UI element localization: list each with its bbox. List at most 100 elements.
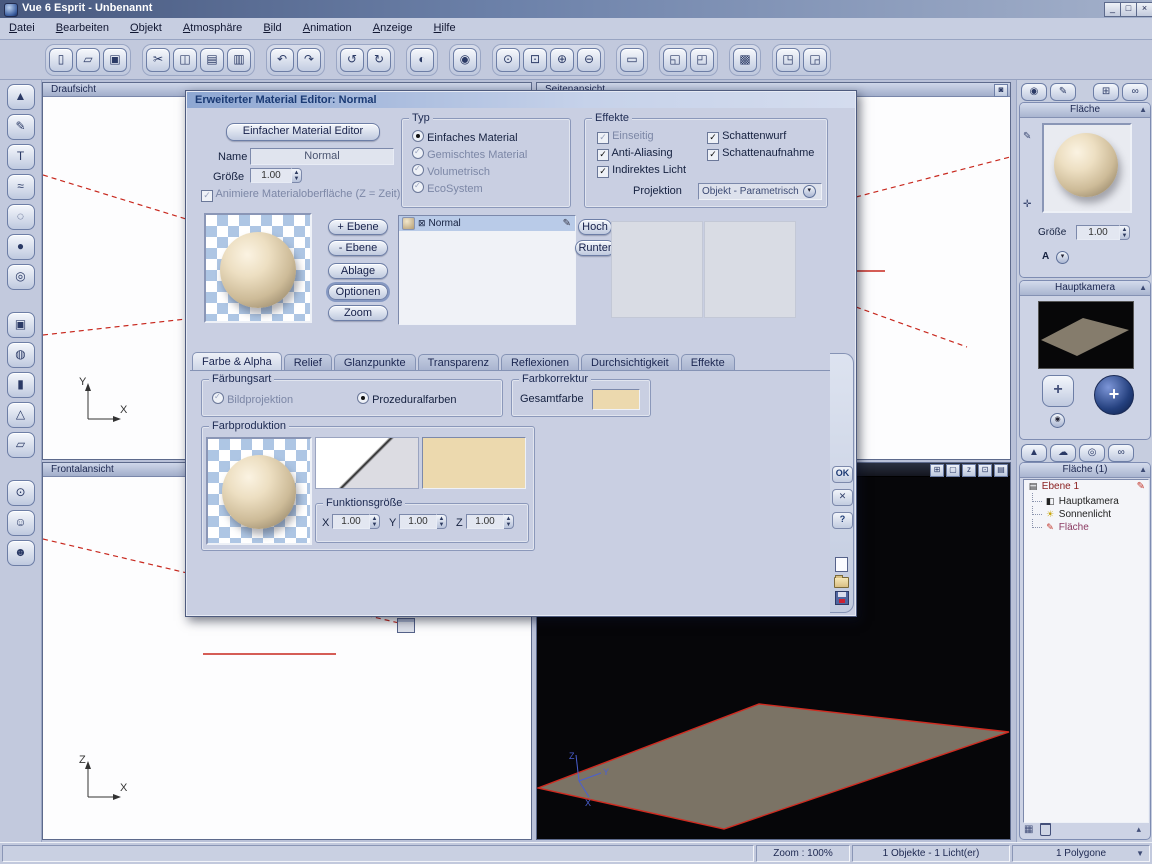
zoom-view-icon[interactable]: z: [962, 464, 976, 477]
render-options-icon[interactable]: ▩: [733, 47, 757, 72]
layer-row-normal[interactable]: ⊠ Normal ✎: [399, 216, 575, 231]
text-tool-icon[interactable]: T: [6, 144, 35, 170]
overall-color-swatch[interactable]: [592, 389, 640, 410]
camera-options-icon[interactable]: ◲: [803, 47, 827, 72]
grid-icon[interactable]: ▦: [1024, 824, 1033, 835]
rotate-left-icon[interactable]: ↺: [340, 47, 364, 72]
grid-view-icon[interactable]: ⊡: [978, 464, 992, 477]
collapse-arrow-icon[interactable]: ▲: [1139, 463, 1147, 477]
pose-tool-icon[interactable]: ☻: [6, 540, 35, 566]
maximize-button[interactable]: □: [1120, 2, 1137, 17]
menu-bearbeiten[interactable]: Bearbeiten: [47, 18, 118, 39]
paint-icon[interactable]: ✎: [1050, 83, 1077, 101]
projection-spinner-icon[interactable]: ▾: [802, 185, 816, 198]
move-up-button[interactable]: Hoch: [578, 219, 612, 235]
scene-panel-header[interactable]: Fläche (1) ▲: [1020, 463, 1150, 478]
production-color-box[interactable]: [422, 437, 526, 489]
trash-icon[interactable]: [1040, 823, 1052, 836]
new-scene-icon[interactable]: ▯: [49, 47, 73, 72]
animate-checkbox[interactable]: Animiere Materialoberfläche (Z = Zeit): [201, 188, 400, 202]
layer-zoom-button[interactable]: Zoom: [328, 305, 388, 321]
edit-pen-icon[interactable]: ✎: [1137, 480, 1145, 493]
tree-item-flaeche[interactable]: ✎ Fläche: [1024, 519, 1148, 533]
camera-preview[interactable]: [1038, 301, 1134, 369]
minimize-button[interactable]: _: [1104, 2, 1121, 17]
cylinder-tool-icon[interactable]: ▮: [6, 372, 35, 398]
terrain-tool-icon[interactable]: ▲: [6, 84, 35, 110]
menu-animation[interactable]: Animation: [294, 18, 361, 39]
cube-tool-icon[interactable]: ▣: [6, 312, 35, 338]
menu-objekt[interactable]: Objekt: [121, 18, 171, 39]
tab-transparenz[interactable]: Transparenz: [417, 354, 499, 371]
checkbox-schattenaufnahme[interactable]: Schattenaufnahme: [707, 147, 814, 161]
type-option-volumetrisch[interactable]: Volumetrisch: [412, 164, 490, 178]
menu-datei[interactable]: Datei: [0, 18, 44, 39]
links-tab-icon[interactable]: ∞: [1108, 444, 1135, 462]
radio-selected-icon[interactable]: [412, 130, 424, 142]
tab-glanzpunkte[interactable]: Glanzpunkte: [333, 354, 416, 371]
camera-panel-header[interactable]: Hauptkamera ▲: [1020, 281, 1150, 296]
zoom-region-icon[interactable]: ⊡: [523, 47, 547, 72]
rename-pen-icon[interactable]: ✎: [563, 218, 571, 229]
layer-visibility-icon[interactable]: ⊠: [418, 218, 426, 229]
load-material-icon[interactable]: [835, 557, 848, 572]
tree-item-hauptkamera[interactable]: ◧ Hauptkamera: [1024, 493, 1148, 507]
save-scene-icon[interactable]: ▣: [103, 47, 127, 72]
rotate-right-icon[interactable]: ↻: [367, 47, 391, 72]
cut-icon[interactable]: ✂: [146, 47, 170, 72]
type-option-ecosystem[interactable]: EcoSystem: [412, 181, 483, 195]
statusbar-polygons[interactable]: 1 Polygone ▼: [1012, 845, 1150, 862]
camera-pan-pad[interactable]: +: [1042, 375, 1074, 407]
tree-item-sonnenlicht[interactable]: ☀ Sonnenlicht: [1024, 506, 1148, 520]
checkbox-einseitig[interactable]: Einseitig: [597, 130, 654, 144]
production-preview[interactable]: [206, 437, 312, 545]
visibility-icon[interactable]: ◉: [453, 47, 477, 72]
checkbox-disabled-icon[interactable]: [201, 190, 213, 202]
radio-selected-icon[interactable]: [357, 392, 369, 404]
link-icon[interactable]: ∞: [1122, 83, 1149, 101]
size-spinner[interactable]: 1.00 ▲ ▼: [250, 168, 302, 183]
z-spinner[interactable]: 1.00 ▲ ▼: [466, 514, 514, 529]
layer-list[interactable]: ⊠ Normal ✎: [398, 215, 576, 325]
checkbox-anti-aliasing[interactable]: Anti-Aliasing: [597, 147, 673, 161]
redo-icon[interactable]: ↷: [297, 47, 321, 72]
view-options-icon[interactable]: ◙: [994, 84, 1008, 97]
rings-tab-icon[interactable]: ◎: [1079, 444, 1106, 462]
open-material-icon[interactable]: [834, 573, 849, 588]
radio-disabled-icon[interactable]: [412, 164, 424, 176]
type-option-gemischt[interactable]: Gemischtes Material: [412, 147, 527, 161]
checkbox-checked-icon[interactable]: [707, 132, 719, 144]
move-down-button[interactable]: Runter: [575, 240, 615, 256]
layer-options-button[interactable]: Optionen: [328, 284, 388, 300]
torus-tool-icon[interactable]: ◎: [6, 264, 35, 290]
clouds-tab-icon[interactable]: ☁: [1050, 444, 1077, 462]
scene-tree[interactable]: ▤ Ebene 1 ✎ ◧ Hauptkamera ☀ Sonnenlicht …: [1023, 479, 1149, 823]
radio-disabled-icon[interactable]: [412, 181, 424, 193]
y-spinner[interactable]: 1.00 ▲ ▼: [399, 514, 447, 529]
collapse-icon[interactable]: ▴: [1136, 824, 1141, 835]
pen-tool-icon[interactable]: ✎: [6, 114, 35, 140]
camera-reset-icon[interactable]: ◉: [1050, 413, 1065, 428]
tab-effekte[interactable]: Effekte: [680, 354, 735, 371]
duplicate-icon[interactable]: ▥: [227, 47, 251, 72]
checkbox-checked-icon[interactable]: [597, 166, 609, 178]
store-layer-button[interactable]: Ablage: [328, 263, 388, 279]
menu-atmosphaere[interactable]: Atmosphäre: [174, 18, 251, 39]
type-option-einfach[interactable]: Einfaches Material: [412, 130, 518, 144]
single-view-icon[interactable]: ▭: [620, 47, 644, 72]
plane-grid-icon[interactable]: ⊞: [1093, 83, 1120, 101]
checkbox-indirektes-licht[interactable]: Indirektes Licht: [597, 164, 686, 178]
curve-tool-icon[interactable]: ≈: [6, 174, 35, 200]
quad-view-icon[interactable]: ◱: [663, 47, 687, 72]
camera-navigation-ball[interactable]: +: [1094, 375, 1134, 415]
dialog-help-button[interactable]: ?: [832, 512, 853, 529]
zoom-in-icon[interactable]: ⊕: [550, 47, 574, 72]
cone-tool-icon[interactable]: △: [6, 402, 35, 428]
zoom-out-icon[interactable]: ⊖: [577, 47, 601, 72]
dialog-ok-button[interactable]: OK: [832, 466, 853, 483]
open-scene-icon[interactable]: ▱: [76, 47, 100, 72]
menu-anzeige[interactable]: Anzeige: [364, 18, 422, 39]
render-icon[interactable]: ◐: [410, 47, 434, 72]
dialog-title-bar[interactable]: Erweiterter Material Editor: Normal: [187, 92, 855, 108]
material-options-icon[interactable]: ✛: [1023, 199, 1031, 210]
